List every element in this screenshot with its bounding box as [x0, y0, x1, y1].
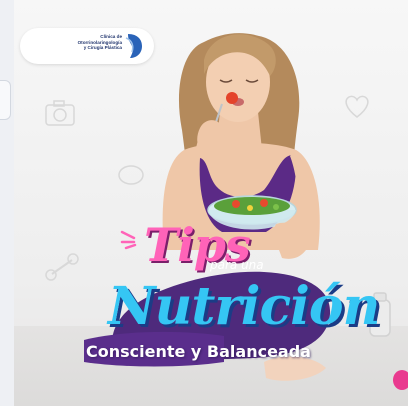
headline: Tips para una Nutrición Consciente y Bal… — [86, 218, 394, 378]
clinic-face-icon — [125, 34, 142, 58]
headline-main: Nutrición — [108, 276, 380, 337]
page-edge — [0, 0, 15, 406]
clinic-logo-text: Clínica de Otorrinolaringología y Cirugí… — [36, 34, 122, 51]
edge-tab — [0, 80, 11, 120]
post-image: Clínica de Otorrinolaringología y Cirugí… — [14, 0, 408, 406]
headline-tagline: Consciente y Balanceada — [86, 342, 311, 361]
logo-line-3: y Cirugía Plástica — [83, 45, 122, 51]
clinic-logo: Clínica de Otorrinolaringología y Cirugí… — [20, 28, 154, 64]
headline-connector: para una — [210, 258, 264, 272]
